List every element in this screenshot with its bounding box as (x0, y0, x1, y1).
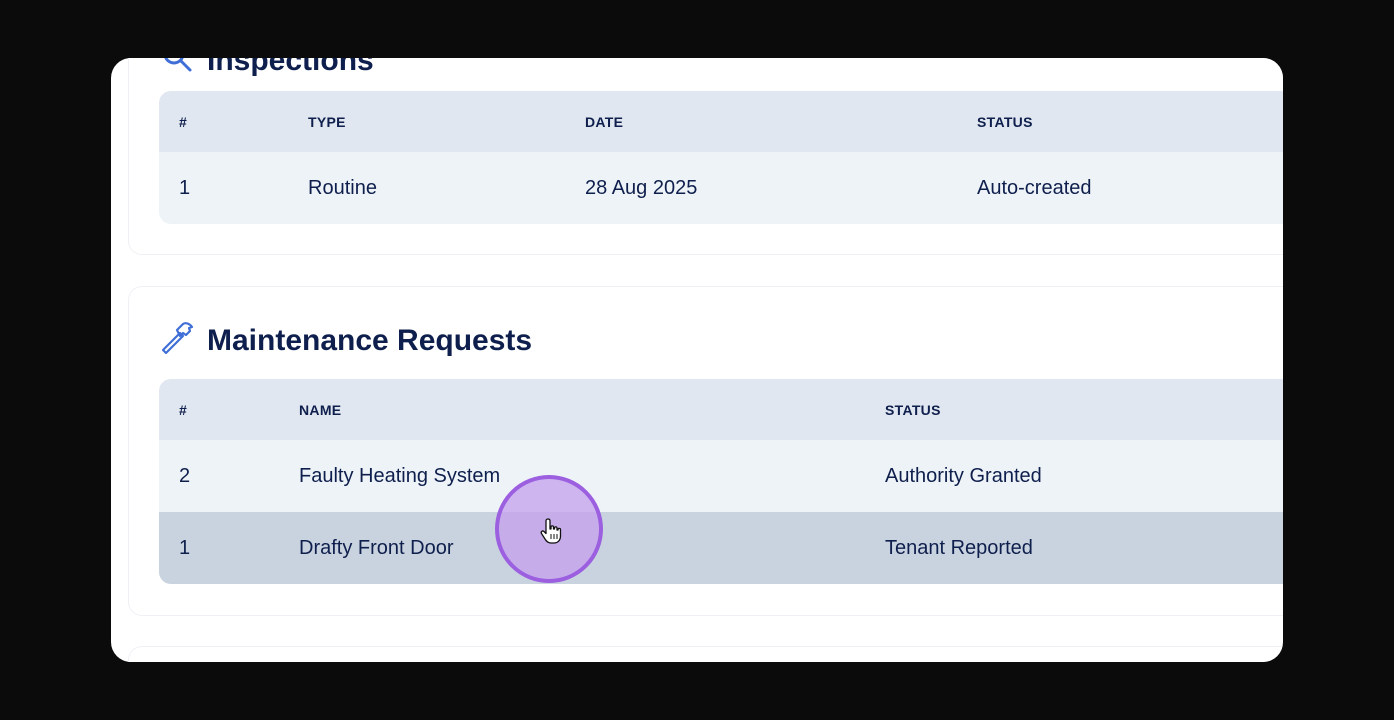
row-status: Tenant Reported (885, 536, 1033, 559)
row-number: 1 (179, 536, 191, 559)
search-icon (159, 58, 195, 83)
inspections-heading: Inspections (159, 58, 374, 83)
table-header: # NAME STATUS (159, 379, 1283, 440)
table-row[interactable]: 2 Faulty Heating System Authority Grante… (159, 440, 1283, 512)
hammer-icon (159, 319, 195, 363)
maintenance-table: # NAME STATUS 2 Faulty Heating System Au… (159, 379, 1283, 584)
column-header-number[interactable]: # (179, 379, 187, 440)
row-status: Authority Granted (885, 464, 1042, 487)
row-number: 1 (179, 176, 191, 199)
row-date: 28 Aug 2025 (585, 176, 698, 199)
table-row-hovered[interactable]: 1 Drafty Front Door Tenant Reported (159, 512, 1283, 584)
column-header-name[interactable]: NAME (299, 379, 341, 440)
next-section-card (128, 646, 1283, 662)
table-header: # TYPE DATE STATUS (159, 91, 1283, 152)
maintenance-title: Maintenance Requests (207, 324, 533, 357)
column-header-type[interactable]: TYPE (308, 91, 346, 152)
column-header-status[interactable]: STATUS (977, 91, 1033, 152)
maintenance-heading: Maintenance Requests (159, 319, 532, 363)
click-highlight (495, 475, 603, 583)
row-name: Faulty Heating System (299, 464, 501, 487)
row-type: Routine (308, 176, 377, 199)
row-number: 2 (179, 464, 191, 487)
column-header-date[interactable]: DATE (585, 91, 623, 152)
row-name: Drafty Front Door (299, 536, 454, 559)
inspections-table: # TYPE DATE STATUS 1 Routine 28 Aug 2025… (159, 91, 1283, 224)
column-header-number[interactable]: # (179, 91, 187, 152)
maintenance-card: Maintenance Requests # NAME STATUS 2 Fau… (128, 286, 1283, 616)
inspections-title: Inspections (207, 58, 374, 77)
pointer-hand-icon (533, 509, 565, 550)
column-header-status[interactable]: STATUS (885, 379, 941, 440)
inspections-card: Inspections # TYPE DATE STATUS 1 Routine… (128, 58, 1283, 255)
app-window: Inspections # TYPE DATE STATUS 1 Routine… (111, 58, 1283, 662)
row-status: Auto-created (977, 176, 1092, 199)
table-row[interactable]: 1 Routine 28 Aug 2025 Auto-created (159, 152, 1283, 224)
